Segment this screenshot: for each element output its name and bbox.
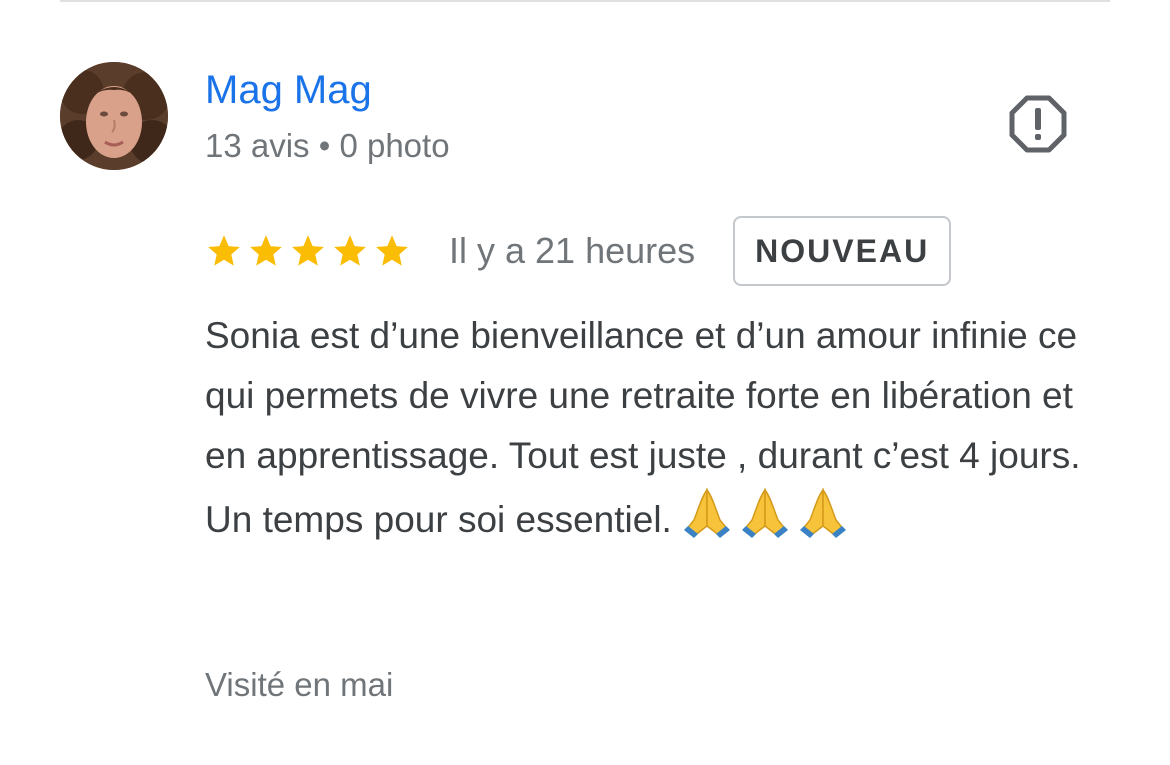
new-badge: NOUVEAU <box>733 216 952 286</box>
star-icon <box>250 235 282 266</box>
report-flag-icon <box>1009 95 1067 153</box>
report-button[interactable] <box>1008 94 1068 154</box>
reviewer-name[interactable]: Mag Mag <box>205 66 372 114</box>
avatar[interactable] <box>60 62 168 170</box>
reviewer-stats: 13 avis • 0 photo <box>205 127 450 164</box>
folded-hands-icon <box>799 487 846 538</box>
folded-hands-icon <box>683 487 730 538</box>
star-icon <box>292 235 324 266</box>
visit-date: Visité en mai <box>205 666 394 703</box>
emoji-group <box>680 486 850 540</box>
rating-row: Il y a 21 heures NOUVEAU <box>205 214 952 288</box>
folded-hands-icon <box>741 487 788 538</box>
review-body: Sonia est d’une bienveillance et d’un am… <box>205 306 1105 550</box>
star-icon <box>334 235 366 266</box>
star-icon <box>376 235 408 266</box>
top-divider <box>60 0 1110 2</box>
star-icon <box>208 235 240 266</box>
review-time: Il y a 21 heures <box>449 230 696 271</box>
review-text: Sonia est d’une bienveillance et d’un am… <box>205 315 1081 540</box>
star-rating <box>205 232 411 270</box>
